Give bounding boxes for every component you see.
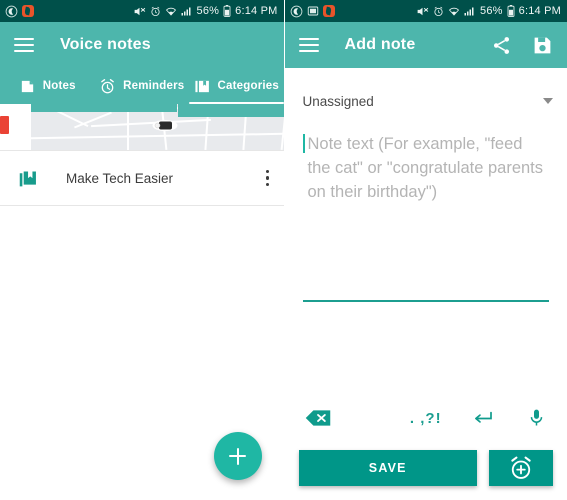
hamburger-menu-icon[interactable]: [14, 38, 34, 52]
floppy-save-icon[interactable]: [532, 35, 553, 56]
share-icon[interactable]: [491, 35, 512, 56]
tab-label-categories: Categories: [217, 80, 279, 92]
list-item[interactable]: Make Tech Easier: [0, 151, 284, 205]
battery-percent-label: 56%: [196, 5, 220, 17]
status-bar-right-icons: 56% 6:14 PM: [133, 5, 278, 17]
status-bar-right-left-icons: [290, 5, 335, 18]
tab-reminders[interactable]: Reminders: [95, 68, 190, 104]
alarm-icon: [150, 6, 160, 16]
tab-categories[interactable]: Categories: [189, 68, 284, 104]
app-bar-actions: [491, 35, 553, 56]
battery-icon: [507, 5, 515, 17]
screenshot-icon: [307, 6, 318, 16]
app-notification-icon: [22, 5, 34, 17]
alarm-icon: [434, 6, 443, 16]
status-bar-left-icons: [5, 5, 34, 18]
clock-label: 6:14 PM: [235, 5, 278, 17]
battery-icon: [223, 5, 231, 17]
collections-icon: [194, 80, 209, 92]
status-bar-right-status-icons: 56% 6:14 PM: [416, 5, 561, 17]
category-spinner-value: Unassigned: [302, 93, 374, 109]
chevron-down-icon: [543, 98, 553, 104]
more-vertical-icon[interactable]: [265, 169, 270, 187]
status-bar-right: 56% 6:14 PM: [284, 0, 567, 22]
list-item-label: Make Tech Easier: [66, 170, 174, 186]
bottom-action-bar: SAVE: [285, 450, 567, 486]
text-caret: [302, 134, 305, 153]
app-bar-left: Voice notes: [0, 22, 284, 68]
tab-label-notes: Notes: [42, 80, 76, 92]
app-bar-right: Add note: [284, 22, 567, 68]
enter-return-icon[interactable]: [472, 410, 493, 427]
add-note-fab[interactable]: [213, 432, 262, 480]
wifi-icon: [165, 7, 176, 16]
backspace-icon[interactable]: [303, 409, 333, 427]
category-spinner[interactable]: Unassigned: [302, 86, 553, 116]
card-top-edge: [31, 104, 177, 112]
collections-bookmark-icon: [19, 171, 36, 186]
page-title: Voice notes: [60, 36, 151, 53]
cellular-signal-icon: [464, 7, 474, 15]
tab-notes[interactable]: Notes: [0, 68, 95, 104]
red-marker-stub: [0, 116, 9, 134]
note-text-input[interactable]: Note text (For example, "feed the cat" o…: [302, 132, 550, 204]
car-marker-icon: [152, 120, 178, 131]
punctuation-key[interactable]: . ,?!: [410, 410, 442, 427]
microphone-icon[interactable]: [528, 408, 545, 428]
tab-bar: Notes Reminders Categories: [0, 68, 284, 104]
add-alarm-button[interactable]: [489, 450, 553, 486]
list-divider: [0, 205, 284, 206]
note-icon: [21, 80, 33, 92]
clock-label: 6:14 PM: [518, 5, 561, 17]
input-underline: [302, 300, 549, 302]
save-button[interactable]: SAVE: [298, 450, 477, 486]
dual-screenshot-container: 56% 6:14 PM Voice notes Notes Reminders …: [0, 0, 567, 500]
card-overlay-strip: [177, 104, 284, 117]
tab-label-reminders: Reminders: [123, 80, 185, 92]
do-not-disturb-moon-icon: [5, 5, 18, 17]
do-not-disturb-moon-icon: [290, 5, 302, 17]
volume-mute-icon: [417, 7, 429, 15]
cellular-signal-icon: [181, 7, 190, 15]
keyboard-accessory-row: . ,?!: [303, 405, 550, 431]
status-bar-left: 56% 6:14 PM: [0, 0, 284, 22]
battery-percent-label: 56%: [480, 5, 503, 17]
right-screen-add-note: 56% 6:14 PM Add note Unassigned Note tex…: [283, 0, 567, 500]
alarm-clock-icon: [101, 78, 114, 93]
volume-mute-icon: [134, 7, 145, 15]
add-alarm-icon: [511, 456, 531, 479]
page-title: Add note: [344, 36, 416, 53]
plus-icon: [229, 447, 246, 465]
app-notification-icon: [322, 5, 335, 17]
hamburger-menu-icon[interactable]: [298, 38, 319, 52]
left-screen-voice-notes: 56% 6:14 PM Voice notes Notes Reminders …: [0, 0, 284, 500]
note-text-placeholder: Note text (For example, "feed the cat" o…: [307, 135, 544, 201]
wifi-icon: [448, 7, 460, 16]
map-preview-card[interactable]: [0, 104, 284, 150]
